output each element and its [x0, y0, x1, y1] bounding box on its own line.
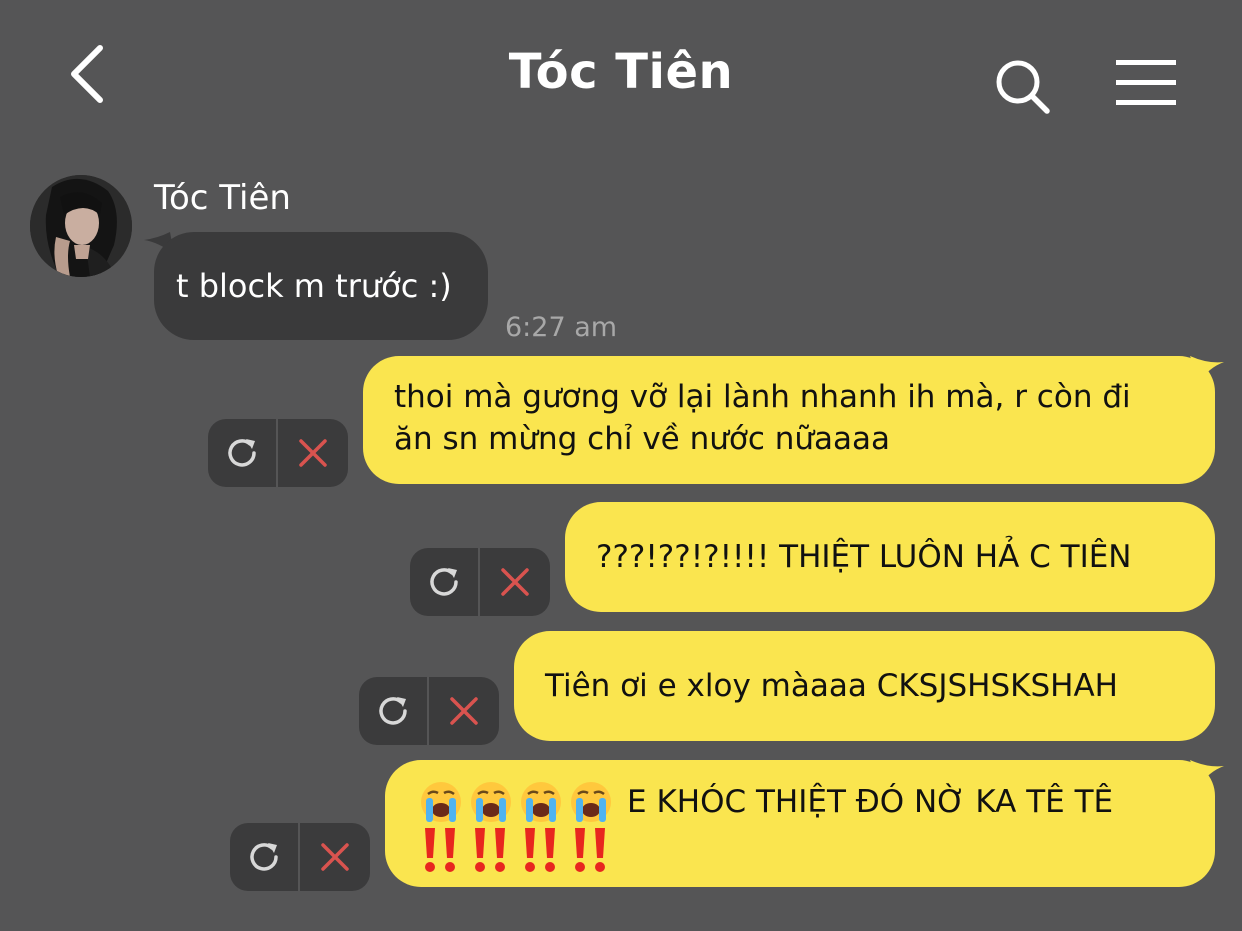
menu-button[interactable]: [1114, 58, 1178, 108]
outgoing-message-bubble[interactable]: Tiên ơi e xloy màaaa CKSJSHSKSHAH: [514, 631, 1215, 741]
close-icon: [501, 568, 529, 596]
sender-name: Tóc Tiên: [154, 178, 291, 218]
loudly-crying-face-icon: [421, 782, 461, 822]
delete-button[interactable]: [429, 677, 499, 745]
refresh-icon: [379, 697, 407, 725]
double-exclamation-icon: [425, 828, 455, 872]
double-exclamation-icon: [575, 828, 605, 872]
resend-button[interactable]: [208, 419, 278, 487]
delete-button[interactable]: [480, 548, 550, 616]
delete-button[interactable]: [300, 823, 370, 891]
avatar[interactable]: [30, 175, 132, 277]
chat-screen: Tóc Tiên Tóc Tiên t block m trước :) 6:2…: [0, 0, 1242, 931]
close-icon: [321, 843, 349, 871]
search-button[interactable]: [994, 58, 1052, 116]
avatar-image: [30, 175, 132, 277]
message-text: ???!??!?!!!! THIỆT LUÔN HẢ C TIÊN: [596, 539, 1132, 575]
failed-message-actions: [410, 548, 550, 616]
refresh-icon: [430, 568, 458, 596]
loudly-crying-face-icon: [571, 782, 611, 822]
incoming-message-bubble[interactable]: t block m trước :): [154, 232, 488, 340]
loudly-crying-face-icon: [471, 782, 511, 822]
close-icon: [450, 697, 478, 725]
message-text-line: thoi mà gương vỡ lại lành nhanh ih mà, r…: [394, 379, 1131, 415]
message-text: Tiên ơi e xloy màaaa CKSJSHSKSHAH: [545, 668, 1118, 704]
emoji-line: [419, 826, 1185, 874]
hamburger-menu-icon: [1116, 60, 1176, 105]
message-text-line: ăn sn mừng chỉ về nước nữaaaa: [394, 421, 891, 457]
message-text: E KHÓC THIỆT ĐÓ NỜ KA TÊ TÊ: [627, 784, 1114, 820]
chat-title: Tóc Tiên: [508, 44, 734, 100]
failed-message-actions: [208, 419, 348, 487]
double-exclamation-icon: [525, 828, 555, 872]
refresh-icon: [250, 843, 278, 871]
resend-button[interactable]: [230, 823, 300, 891]
message-timestamp: 6:27 am: [505, 312, 618, 343]
message-text: t block m trước :): [176, 267, 452, 305]
close-icon: [299, 439, 327, 467]
outgoing-message-bubble[interactable]: ???!??!?!!!! THIỆT LUÔN HẢ C TIÊN: [565, 502, 1215, 612]
outgoing-message-bubble[interactable]: E KHÓC THIỆT ĐÓ NỜ KA TÊ TÊ: [385, 760, 1215, 887]
delete-button[interactable]: [278, 419, 348, 487]
loudly-crying-face-icon: [521, 782, 561, 822]
emoji-line: E KHÓC THIỆT ĐÓ NỜ KA TÊ TÊ: [419, 780, 1185, 824]
resend-button[interactable]: [359, 677, 429, 745]
search-icon: [996, 60, 1050, 114]
resend-button[interactable]: [410, 548, 480, 616]
failed-message-actions: [359, 677, 499, 745]
refresh-icon: [228, 439, 256, 467]
double-exclamation-icon: [475, 828, 505, 872]
failed-message-actions: [230, 823, 370, 891]
outgoing-message-bubble[interactable]: thoi mà gương vỡ lại lành nhanh ih mà, r…: [363, 356, 1215, 484]
